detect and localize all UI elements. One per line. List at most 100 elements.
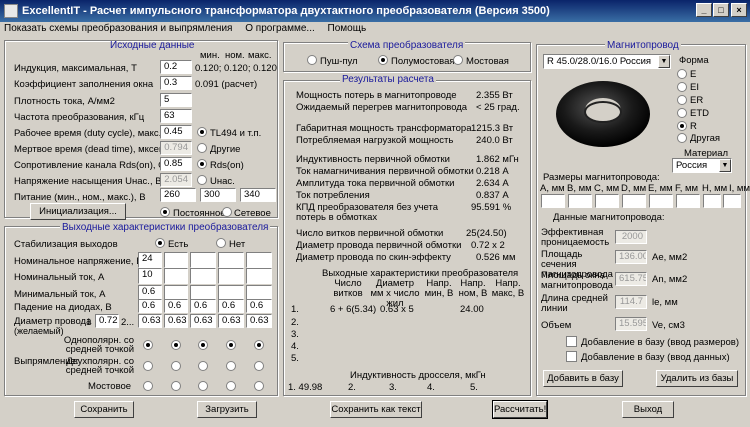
param-window-value[interactable]: 615.75 (615, 272, 647, 286)
chevron-down-icon[interactable]: ▼ (658, 55, 670, 68)
radio-shape-ei[interactable] (677, 82, 687, 92)
out4-nom-current[interactable] (218, 268, 244, 284)
chevron-down-icon[interactable]: ▼ (719, 159, 731, 172)
rect-out4-single[interactable] (226, 340, 236, 350)
radio-shape-er[interactable] (677, 95, 687, 105)
rect-out1-bipolar[interactable] (143, 361, 153, 371)
minimize-icon[interactable]: _ (696, 3, 712, 17)
dim-i-input[interactable] (723, 194, 741, 208)
supply-max-input[interactable]: 340 (240, 188, 276, 202)
out2-wire-input[interactable]: 0.63 (164, 314, 188, 328)
vsat-input[interactable]: 2.054 (160, 173, 192, 187)
rect-out3-bipolar[interactable] (198, 361, 208, 371)
dim-a-input[interactable] (541, 194, 565, 208)
out3-wire-input[interactable]: 0.63 (190, 314, 216, 328)
out3-diode-drop[interactable]: 0.6 (190, 299, 216, 313)
out1-nom-voltage[interactable]: 24 (138, 252, 162, 268)
dim-b-input[interactable] (568, 194, 592, 208)
save-button[interactable]: Сохранить (74, 401, 134, 418)
supply-min-input[interactable]: 260 (160, 188, 196, 202)
rect-out1-single[interactable] (143, 340, 153, 350)
radio-shape-r[interactable] (677, 121, 687, 131)
menu-show-schemes[interactable]: Показать схемы преобразования и выпрямле… (4, 23, 232, 34)
out5-wire-input[interactable]: 0.63 (246, 314, 272, 328)
chk-add-dims[interactable] (566, 336, 577, 347)
supply-nom-input[interactable]: 300 (200, 188, 236, 202)
out4-diode-drop[interactable]: 0.6 (218, 299, 244, 313)
out3-nom-voltage[interactable] (190, 252, 216, 268)
radio-tl494[interactable] (197, 127, 207, 137)
exit-button[interactable]: Выход (622, 401, 674, 418)
fill-factor-input[interactable]: 0.3 (160, 76, 192, 90)
dim-h-input[interactable] (703, 194, 721, 208)
radio-vsat[interactable] (197, 175, 207, 185)
param-area-unit: Ae, мм2 (652, 252, 688, 263)
out2-nom-current[interactable] (164, 268, 188, 284)
dim-e-input[interactable] (649, 194, 673, 208)
rect-out2-single[interactable] (171, 340, 181, 350)
menu-help[interactable]: Помощь (328, 23, 367, 34)
out5-diode-drop[interactable]: 0.6 (246, 299, 272, 313)
radio-halfbridge[interactable] (378, 55, 388, 65)
calculate-button[interactable]: Рассчитать! (492, 400, 548, 419)
wire-primary-input[interactable]: 0.72 (95, 314, 119, 328)
radio-rds[interactable] (197, 159, 207, 169)
out2-nom-voltage[interactable] (164, 252, 188, 268)
radio-stab-no[interactable] (216, 238, 226, 248)
rds-input[interactable]: 0.85 (160, 157, 192, 171)
rect-out5-single[interactable] (254, 340, 264, 350)
dim-d-input[interactable] (622, 194, 646, 208)
maximize-icon[interactable]: □ (713, 3, 729, 17)
out3-nom-current[interactable] (190, 268, 216, 284)
induction-input[interactable]: 0.2 (160, 60, 192, 74)
radio-stab-yes[interactable] (155, 238, 165, 248)
rect-out3-single[interactable] (198, 340, 208, 350)
rect-out3-bridge[interactable] (198, 381, 208, 391)
duty-cycle-input[interactable]: 0.45 (160, 125, 192, 139)
out2-diode-drop[interactable]: 0.6 (164, 299, 188, 313)
rect-out4-bridge[interactable] (226, 381, 236, 391)
radio-fullbridge[interactable] (453, 55, 463, 65)
out4-wire-input[interactable]: 0.63 (218, 314, 244, 328)
save-text-button[interactable]: Сохранить как текст (330, 401, 422, 418)
radio-pushpull[interactable] (307, 55, 317, 65)
param-length-value[interactable]: 114.7 (615, 295, 647, 309)
radio-shape-etd[interactable] (677, 108, 687, 118)
rect-out5-bridge[interactable] (254, 381, 264, 391)
radio-mains[interactable] (222, 207, 232, 217)
core-select[interactable]: R 45.0/28.0/16.0 Россия ▼ (543, 54, 671, 69)
rect-out2-bridge[interactable] (171, 381, 181, 391)
menu-about[interactable]: О программе... (245, 23, 315, 34)
param-permeability-value[interactable]: 2000 (615, 230, 647, 244)
out5-nom-voltage[interactable] (246, 252, 272, 268)
param-volume-value[interactable]: 15.595 (615, 317, 647, 331)
out5-nom-current[interactable] (246, 268, 272, 284)
rect-out5-bipolar[interactable] (254, 361, 264, 371)
out1-nom-current[interactable]: 10 (138, 268, 162, 284)
chk-add-data[interactable] (566, 351, 577, 362)
rect-out2-bipolar[interactable] (171, 361, 181, 371)
menu-bar: Показать схемы преобразования и выпрямле… (0, 22, 750, 36)
dim-f-input[interactable] (676, 194, 700, 208)
min-current-label: Минимальный ток, А (14, 289, 106, 300)
material-select[interactable]: Россия ▼ (672, 158, 732, 173)
current-density-input[interactable]: 5 (160, 93, 192, 107)
remove-from-db-button[interactable]: Удалить из базы (656, 370, 738, 387)
radio-shape-other[interactable] (677, 133, 687, 143)
out1-wire-input[interactable]: 0.63 (138, 314, 162, 328)
dim-c-input[interactable] (595, 194, 619, 208)
radio-shape-e[interactable] (677, 69, 687, 79)
rect-out4-bipolar[interactable] (226, 361, 236, 371)
frequency-input[interactable]: 63 (160, 109, 192, 123)
load-button[interactable]: Загрузить (197, 401, 257, 418)
dead-time-input[interactable]: 0.794 (160, 141, 192, 155)
param-area-value[interactable]: 136.00 (615, 250, 647, 264)
radio-dc[interactable] (160, 207, 170, 217)
init-button[interactable]: Инициализация... (30, 203, 126, 220)
out4-nom-voltage[interactable] (218, 252, 244, 268)
radio-other[interactable] (197, 143, 207, 153)
close-icon[interactable]: × (731, 3, 747, 17)
rect-out1-bridge[interactable] (143, 381, 153, 391)
out1-diode-drop[interactable]: 0.6 (138, 299, 162, 313)
add-to-db-button[interactable]: Добавить в базу (543, 370, 623, 387)
